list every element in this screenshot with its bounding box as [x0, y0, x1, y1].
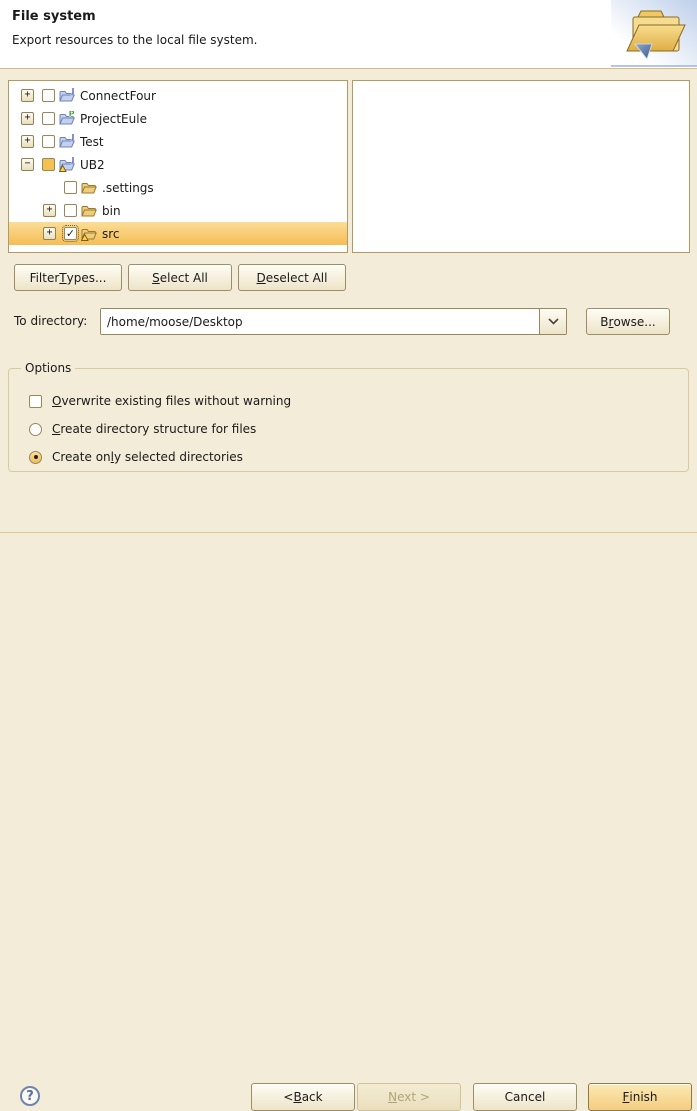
radio-button[interactable] — [29, 423, 42, 436]
help-icon[interactable]: ? — [20, 1086, 40, 1106]
tree-row-test[interactable]: + J Test — [9, 130, 347, 153]
create-structure-option[interactable]: Create directory structure for files — [21, 415, 678, 443]
tree-row-ub2[interactable]: − J UB2 — [9, 153, 347, 176]
browse-button[interactable]: Browse... — [586, 308, 670, 335]
to-directory-label: To directory: — [14, 314, 87, 328]
svg-text:P: P — [69, 111, 75, 119]
expand-spacer — [43, 181, 56, 194]
expand-toggle-icon[interactable]: + — [21, 112, 34, 125]
tree-item-label: ConnectFour — [80, 89, 156, 103]
cancel-button[interactable]: Cancel — [473, 1083, 577, 1111]
wizard-header: File system Export resources to the loca… — [0, 0, 697, 69]
tree-item-label: UB2 — [80, 158, 105, 172]
expand-toggle-icon[interactable]: + — [43, 227, 56, 240]
svg-text:J: J — [71, 157, 75, 165]
overwrite-option[interactable]: Overwrite existing files without warning — [21, 387, 678, 415]
create-structure-option-label: Create directory structure for files — [52, 422, 256, 436]
back-button[interactable]: < Back — [251, 1083, 355, 1111]
checkbox-checked[interactable] — [64, 227, 77, 240]
directory-input[interactable] — [101, 309, 539, 334]
tree-item-label: ProjectEule — [80, 112, 147, 126]
checkbox[interactable] — [42, 135, 55, 148]
expand-toggle-icon[interactable]: + — [21, 89, 34, 102]
collapse-toggle-icon[interactable]: − — [21, 158, 34, 171]
next-button[interactable]: Next > — [357, 1083, 461, 1111]
svg-text:J: J — [71, 134, 75, 142]
folder-icon — [81, 203, 97, 219]
tree-row-bin[interactable]: + bin — [9, 199, 347, 222]
tree-item-label: bin — [102, 204, 121, 218]
expand-toggle-icon[interactable]: + — [21, 135, 34, 148]
expand-toggle-icon[interactable]: + — [43, 204, 56, 217]
finish-button[interactable]: Finish — [588, 1083, 692, 1111]
checkbox[interactable] — [64, 181, 77, 194]
java-project-folder-icon: J — [59, 88, 75, 104]
tree-item-label: .settings — [102, 181, 154, 195]
dropdown-arrow-icon[interactable] — [539, 309, 566, 334]
create-selected-option[interactable]: Create only selected directories — [21, 443, 678, 471]
tree-row-projecteule[interactable]: + P ProjectEule — [9, 107, 347, 130]
checkbox[interactable] — [64, 204, 77, 217]
options-group: Options Overwrite existing files without… — [8, 361, 689, 472]
select-all-button[interactable]: Select All — [128, 264, 232, 291]
folder-warning-icon — [81, 226, 97, 242]
resource-tree[interactable]: + J ConnectFour + P ProjectEule + J — [8, 80, 348, 253]
deselect-all-button[interactable]: Deselect All — [238, 264, 346, 291]
tree-row-connectfour[interactable]: + J ConnectFour — [9, 84, 347, 107]
page-subtitle: Export resources to the local file syste… — [12, 33, 258, 47]
create-selected-option-label: Create only selected directories — [52, 450, 243, 464]
tree-row-settings[interactable]: .settings — [9, 176, 347, 199]
wizard-button-bar: ? < Back Next > Cancel Finish — [0, 532, 697, 594]
checkbox-grayed[interactable] — [42, 158, 55, 171]
tree-item-label: Test — [80, 135, 104, 149]
file-list-panel[interactable] — [352, 80, 690, 253]
overwrite-option-label: Overwrite existing files without warning — [52, 394, 291, 408]
project-folder-icon: P — [59, 111, 75, 127]
options-legend: Options — [21, 361, 75, 375]
radio-button-selected[interactable] — [29, 451, 42, 464]
folder-icon — [81, 180, 97, 196]
checkbox[interactable] — [42, 89, 55, 102]
page-title: File system — [12, 9, 96, 24]
export-folder-banner-icon — [611, 0, 697, 68]
directory-combo[interactable] — [100, 308, 567, 335]
filter-types-button[interactable]: Filter Types... — [14, 264, 122, 291]
tree-item-label: src — [102, 227, 120, 241]
checkbox[interactable] — [29, 395, 42, 408]
checkbox[interactable] — [42, 112, 55, 125]
svg-text:J: J — [71, 88, 75, 96]
java-project-folder-warning-icon: J — [59, 157, 75, 173]
java-project-folder-icon: J — [59, 134, 75, 150]
tree-row-src[interactable]: + src — [9, 222, 347, 245]
